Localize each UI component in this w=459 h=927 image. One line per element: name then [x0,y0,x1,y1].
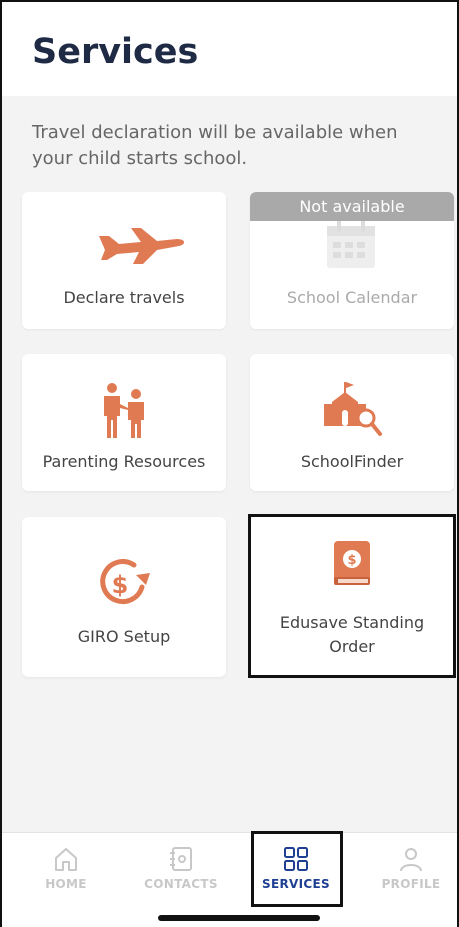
giro-setup-card[interactable]: $ GIRO Setup [22,517,226,677]
tab-profile[interactable]: PROFILE [361,833,459,908]
giro-dollar-icon: $ [100,559,150,605]
svg-text:$: $ [112,571,129,599]
not-available-badge: Not available [250,192,454,221]
tab-contacts-label: CONTACTS [144,877,218,891]
tab-profile-label: PROFILE [381,877,441,891]
edusave-standing-order-label: Edusave Standing Order [279,613,425,656]
contacts-icon [170,847,192,871]
tab-home[interactable]: HOME [16,833,116,908]
bottom-tab-bar: HOME CONTACTS SERVICES PROFILE [2,832,457,927]
tab-contacts[interactable]: CONTACTS [131,833,231,908]
school-search-icon [324,382,382,436]
school-calendar-label: School Calendar [286,288,418,307]
declare-travels-label: Declare travels [63,288,185,307]
profile-icon [400,848,422,872]
schoolfinder-card[interactable]: SchoolFinder [250,354,454,491]
calendar-icon [327,220,375,268]
edusave-standing-order-card[interactable]: $ Edusave Standing Order [250,517,454,677]
school-calendar-card[interactable]: Not available School Calendar [250,192,454,329]
tab-services-label: SERVICES [262,877,330,891]
svg-text:$: $ [347,553,356,568]
home-indicator[interactable] [158,915,320,921]
declare-travels-card[interactable]: Declare travels [22,192,226,329]
tab-home-label: HOME [45,877,87,891]
tab-services[interactable]: SERVICES [246,833,346,908]
parenting-resources-card[interactable]: Parenting Resources [22,354,226,491]
airplane-icon [99,228,185,264]
giro-setup-label: GIRO Setup [77,627,171,646]
home-icon [55,848,77,871]
travel-notice: Travel declaration will be available whe… [32,122,398,169]
app-screen: Services Travel declaration will be avai… [0,0,459,927]
page-title: Services [32,32,199,72]
services-grid-icon [284,847,308,871]
page-header: Services [2,2,457,96]
parenting-resources-label: Parenting Resources [42,452,206,471]
parents-icon [104,383,144,438]
schoolfinder-label: SchoolFinder [300,452,404,471]
edusave-book-icon: $ [334,541,370,585]
